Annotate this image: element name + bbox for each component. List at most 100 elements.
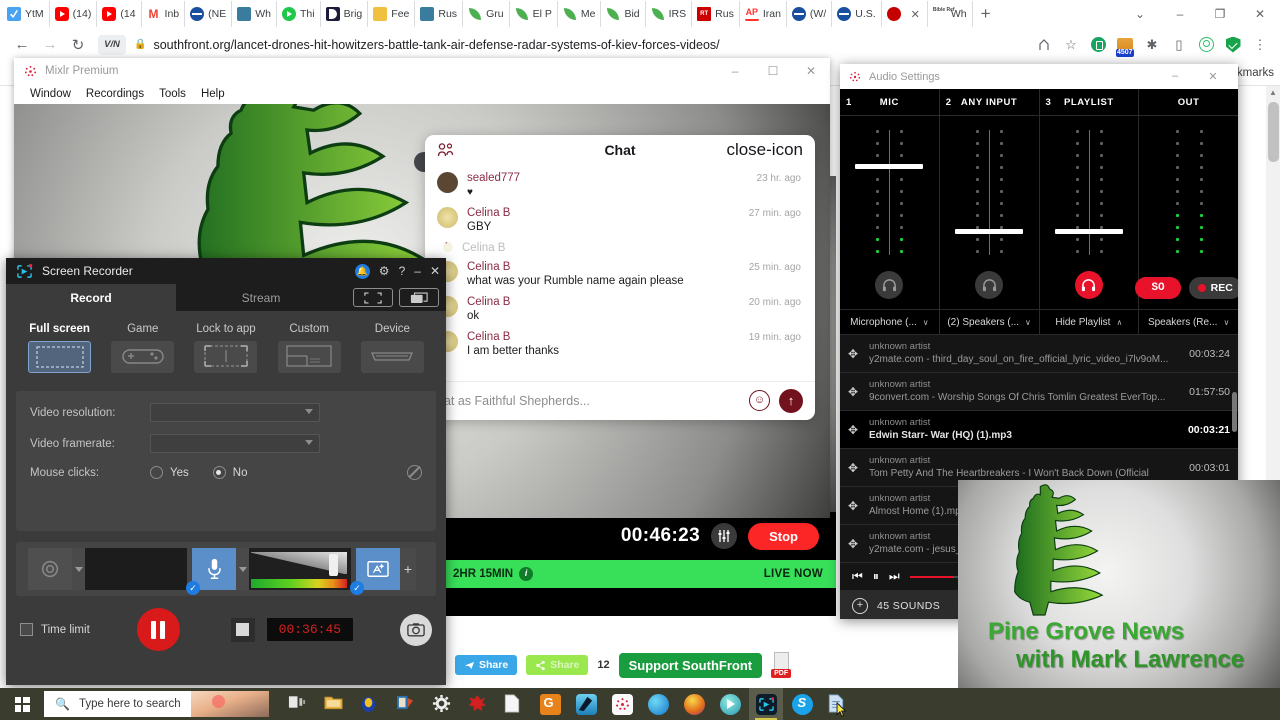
tab-stream[interactable]: Stream	[176, 284, 346, 311]
close-button[interactable]: ✕	[1240, 7, 1280, 21]
browser-tab[interactable]: Bible Ref Wh	[928, 1, 973, 27]
audio-close-button[interactable]: ✕	[1194, 70, 1232, 83]
taskbar-notepad-icon[interactable]	[497, 688, 531, 720]
close-icon[interactable]: close-icon	[726, 141, 803, 158]
address-bar[interactable]: 🔒 southfront.org/lancet-drones-hit-howit…	[134, 32, 1032, 58]
taskbar-skype-icon[interactable]: S	[785, 688, 819, 720]
tab-list-button[interactable]: ⌄	[1120, 7, 1160, 21]
record-mode-custom[interactable]: Custom	[271, 323, 347, 373]
taskbar-file-explorer-icon[interactable]	[317, 688, 351, 720]
recorder-minimize-button[interactable]: –	[414, 264, 421, 278]
audio-device-select[interactable]: (2) Speakers (... ∨	[940, 310, 1040, 334]
maximize-button[interactable]: ❐	[1200, 7, 1240, 21]
taskbar-gimp-icon[interactable]: G	[533, 688, 567, 720]
reload-button[interactable]: ↻	[64, 31, 92, 59]
profile-icon[interactable]	[1194, 33, 1218, 57]
mouse-clicks-yes-radio[interactable]	[150, 466, 163, 479]
mixlr-menu-help[interactable]: Help	[201, 88, 225, 100]
fader-handle[interactable]	[1054, 228, 1123, 234]
info-icon[interactable]: i	[519, 567, 534, 581]
browser-tab[interactable]: Thi	[277, 1, 321, 27]
fader-handle[interactable]	[955, 228, 1024, 234]
fullscreen-icon[interactable]	[353, 288, 393, 307]
pause-recording-button[interactable]	[136, 608, 180, 651]
drag-handle-icon[interactable]: ✥	[848, 461, 865, 475]
audio-device-select[interactable]: Speakers (Re... ∨	[1139, 310, 1238, 334]
start-button[interactable]	[0, 688, 44, 720]
pdf-icon[interactable]: PDF	[771, 652, 793, 678]
generic-share-button[interactable]: Share	[526, 655, 589, 675]
channel-fader-area[interactable]	[1040, 116, 1139, 309]
browser-tab[interactable]: Bid	[601, 1, 646, 27]
playlist-scrollbar-thumb[interactable]	[1232, 392, 1237, 432]
channel-fader-area[interactable]	[940, 116, 1039, 309]
browser-tab[interactable]: AP Iran	[740, 1, 787, 27]
microphone-level-meter[interactable]	[249, 548, 351, 590]
playlist-track[interactable]: ✥ unknown artist Edwin Starr- War (HQ) (1)…	[840, 411, 1238, 449]
help-icon[interactable]: ?	[399, 264, 406, 278]
taskbar-search[interactable]: 🔍 Type here to search	[44, 691, 269, 717]
taskbar-screen-recorder-icon[interactable]	[749, 688, 783, 720]
chat-username[interactable]: Celina B	[467, 207, 510, 219]
share-icon[interactable]	[1032, 33, 1056, 57]
back-button[interactable]: ←	[8, 31, 36, 59]
taskbar-vlc-icon[interactable]	[677, 688, 711, 720]
drag-handle-icon[interactable]: ✥	[848, 537, 865, 551]
playlist-track[interactable]: ✥ unknown artist y2mate.com - third_day_so…	[840, 335, 1238, 373]
drag-handle-icon[interactable]: ✥	[848, 423, 865, 437]
drag-handle-icon[interactable]: ✥	[848, 499, 865, 513]
forward-button[interactable]: →	[36, 31, 64, 59]
video-resolution-select[interactable]	[150, 403, 320, 422]
window-icon[interactable]	[399, 288, 439, 307]
tab-close-icon[interactable]: ✕	[909, 8, 922, 21]
scrollbar-thumb[interactable]	[1268, 102, 1279, 162]
fader-handle[interactable]	[855, 163, 924, 169]
browser-tab[interactable]: (14)	[50, 1, 98, 27]
minimize-button[interactable]: –	[1160, 7, 1200, 21]
equalizer-icon[interactable]	[711, 523, 738, 549]
browser-tab[interactable]: IRS	[646, 1, 693, 27]
add-device-button[interactable]: +	[400, 548, 416, 590]
playlist-track[interactable]: ✥ unknown artist 9convert.com - Worship So…	[840, 373, 1238, 411]
browser-tab[interactable]: (14	[97, 1, 142, 27]
taskbar-oxygen-app-icon[interactable]	[353, 688, 387, 720]
bell-icon[interactable]: 🔔	[354, 263, 370, 279]
record-button[interactable]: REC	[1188, 277, 1238, 299]
mixlr-maximize-button[interactable]: ☐	[754, 64, 792, 78]
stop-recording-button[interactable]	[230, 617, 255, 642]
tab-record[interactable]: Record	[6, 284, 176, 311]
browser-tab[interactable]: M Inb	[142, 1, 186, 27]
browser-tab[interactable]: Rus	[415, 1, 464, 27]
mixlr-menu-recordings[interactable]: Recordings	[86, 88, 144, 100]
chat-username[interactable]: Celina B	[467, 261, 510, 273]
browser-tab[interactable]: El P	[510, 1, 558, 27]
microphone-dropdown[interactable]	[236, 548, 249, 590]
taskbar-edge-icon[interactable]	[641, 688, 675, 720]
mixlr-titlebar[interactable]: Mixlr Premium – ☐ ✕	[14, 58, 830, 84]
add-sound-icon[interactable]: +	[852, 598, 868, 614]
taskbar-mixlr-icon[interactable]	[605, 688, 639, 720]
effects-icon[interactable]: ✓	[350, 548, 400, 595]
telegram-share-button[interactable]: Share	[455, 655, 518, 675]
time-limit-checkbox[interactable]	[20, 623, 33, 636]
channel-fader-area[interactable]	[840, 116, 939, 309]
drag-handle-icon[interactable]: ✥	[848, 347, 865, 361]
previous-track-button[interactable]: ⏮	[852, 569, 863, 584]
ublock-origin-icon[interactable]: 4507	[1113, 33, 1137, 57]
shield-icon[interactable]	[1221, 33, 1245, 57]
taskbar-paint-app-icon[interactable]	[389, 688, 423, 720]
mouse-clicks-no-radio[interactable]	[212, 466, 226, 479]
stop-stream-button[interactable]: Stop	[748, 522, 819, 550]
pause-track-button[interactable]: ⏸	[873, 569, 879, 584]
audio-titlebar[interactable]: Audio Settings – ✕	[840, 64, 1238, 89]
webcam-icon[interactable]	[28, 548, 72, 590]
video-framerate-select[interactable]	[150, 434, 320, 453]
chat-input[interactable]	[437, 393, 740, 408]
scroll-up-arrow[interactable]: ▲	[1266, 86, 1280, 100]
camera-icon[interactable]	[400, 613, 432, 646]
browser-tab[interactable]: YtM	[2, 1, 50, 27]
level-slider-thumb[interactable]	[329, 554, 338, 576]
browser-tab[interactable]: Me	[558, 1, 602, 27]
audio-device-select[interactable]: Hide Playlist ∧	[1040, 310, 1140, 334]
browser-tab[interactable]: Gru	[463, 1, 510, 27]
